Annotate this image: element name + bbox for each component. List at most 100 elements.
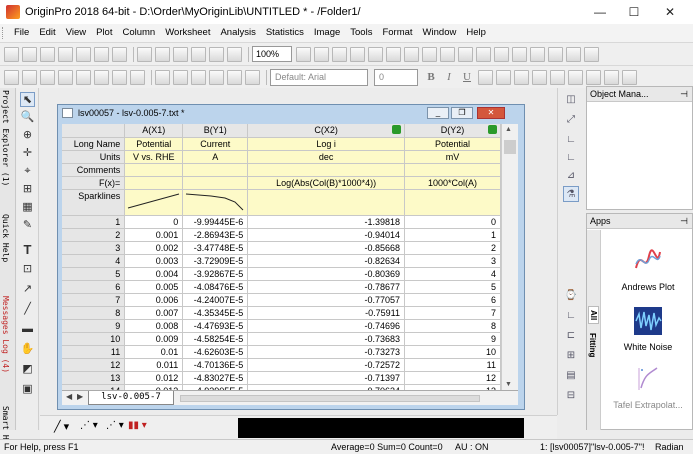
data-cell[interactable]: -4.24007E-5 — [182, 293, 249, 307]
table-row[interactable]: 4 0.003 -3.72909E-5 -0.82634 3 — [62, 254, 501, 268]
data-cell[interactable]: -4.83027E-5 — [182, 371, 249, 385]
superscript-icon[interactable] — [478, 69, 493, 85]
mask-icon[interactable] — [227, 69, 242, 85]
wks-close-button[interactable]: ✕ — [477, 107, 505, 119]
messages-log-tab[interactable]: Messages Log (4) — [1, 296, 10, 373]
new-folder-icon[interactable] — [494, 46, 509, 62]
menu-tools[interactable]: Tools — [345, 24, 377, 42]
vertical-scrollbar[interactable]: ▲ ▼ — [501, 124, 518, 390]
meta-cell[interactable]: Current — [182, 137, 249, 151]
scale-icon[interactable]: ⊏ — [563, 328, 579, 344]
increase-font-icon[interactable] — [532, 69, 547, 85]
scroll-down-icon[interactable]: ▼ — [505, 381, 512, 388]
set-values-icon[interactable] — [209, 69, 224, 85]
data-cell[interactable]: 12 — [404, 371, 501, 385]
meta-cell[interactable] — [182, 163, 249, 177]
layer-icon[interactable]: ◫ — [563, 92, 579, 108]
new-workbook-icon[interactable] — [22, 46, 37, 62]
table-row[interactable]: 10 0.009 -4.58254E-5 -0.73683 9 — [62, 332, 501, 346]
horizontal-scrollbar[interactable] — [180, 395, 480, 402]
line-symbol-icon[interactable]: ⋰ ▾ — [106, 420, 124, 431]
object-manager-panel[interactable]: Object Mana... ⊣ — [586, 86, 693, 210]
apps-tab-fitting[interactable]: Fitting — [588, 330, 597, 360]
meta-cell[interactable] — [124, 163, 184, 177]
hand-tool-icon[interactable]: ✋ — [20, 342, 35, 357]
new-function-icon[interactable] — [76, 46, 91, 62]
data-cell[interactable]: -0.80369 — [247, 267, 405, 281]
meta-cell[interactable] — [247, 163, 405, 177]
stats-icon[interactable] — [566, 46, 581, 62]
data-cell[interactable]: 0.007 — [124, 306, 184, 320]
statistics-row-icon[interactable] — [173, 69, 188, 85]
zoom-icon[interactable]: 🔍 — [20, 110, 35, 125]
worksheet-window[interactable]: lsv00057 - lsv-0.005-7.txt * _ ❐ ✕ A(X1)… — [57, 104, 525, 410]
region-tool-icon[interactable]: ⊡ — [20, 262, 35, 277]
meta-cell[interactable]: Potential — [404, 137, 501, 151]
data-cell[interactable]: -4.47693E-5 — [182, 319, 249, 333]
pin-icon[interactable]: ⊣ — [680, 214, 688, 229]
data-reader-icon[interactable]: ⌖ — [20, 164, 35, 179]
menu-edit[interactable]: Edit — [34, 24, 60, 42]
data-cell[interactable]: -1.39818 — [247, 215, 405, 229]
axis-icon[interactable]: ∟ — [563, 150, 579, 166]
menu-analysis[interactable]: Analysis — [215, 24, 260, 42]
corner-cell[interactable] — [62, 124, 126, 138]
project-explorer-icon[interactable] — [368, 46, 383, 62]
app-andrews-plot[interactable]: Andrews Plot — [602, 246, 693, 293]
apps-tab-all[interactable]: All — [588, 306, 599, 325]
data-cell[interactable]: 5 — [404, 280, 501, 294]
menu-worksheet[interactable]: Worksheet — [160, 24, 215, 42]
worksheet-grid[interactable]: A(X1) B(Y1) C(X2) D(Y2) Long Name Potent… — [62, 124, 501, 390]
sparkline-cell[interactable] — [182, 189, 249, 216]
sparkline-cell[interactable] — [404, 189, 501, 216]
fill-icon[interactable] — [191, 69, 206, 85]
add-column-icon[interactable] — [4, 69, 19, 85]
table-row[interactable]: 7 0.006 -4.24007E-5 -0.77057 6 — [62, 293, 501, 307]
meta-cell[interactable]: Log i — [247, 137, 405, 151]
menu-format[interactable]: Format — [377, 24, 417, 42]
results-log-icon[interactable] — [386, 46, 401, 62]
data-cell[interactable]: -0.73683 — [247, 332, 405, 346]
learning-center-icon[interactable] — [458, 46, 473, 62]
data-cell[interactable]: -4.62603E-5 — [182, 345, 249, 359]
merge-icon[interactable]: ⊞ — [563, 348, 579, 364]
column-header[interactable]: C(X2) — [247, 124, 405, 138]
data-cell[interactable]: -0.74696 — [247, 319, 405, 333]
bold-button[interactable]: B — [424, 69, 438, 85]
table-row[interactable]: 2 0.001 -2.86943E-5 -0.94014 1 — [62, 228, 501, 242]
menu-view[interactable]: View — [61, 24, 91, 42]
data-cell[interactable]: 0.003 — [124, 254, 184, 268]
sparkline-cell[interactable] — [124, 189, 184, 216]
duplicate-icon[interactable] — [332, 46, 347, 62]
data-cell[interactable]: -0.82634 — [247, 254, 405, 268]
scroll-thumb[interactable] — [504, 140, 516, 154]
data-cell[interactable]: -3.72909E-5 — [182, 254, 249, 268]
table-row[interactable]: 12 0.011 -4.70136E-5 -0.72572 11 — [62, 358, 501, 372]
italic-button[interactable]: I — [442, 69, 456, 85]
data-cell[interactable]: -4.08476E-5 — [182, 280, 249, 294]
text-icon[interactable]: ∟ — [563, 308, 579, 324]
text-tool-icon[interactable]: T — [20, 242, 35, 257]
meta-cell[interactable]: mV — [404, 150, 501, 164]
data-cell[interactable]: -2.86943E-5 — [182, 228, 249, 242]
table-row[interactable]: 5 0.004 -3.92867E-5 -0.80369 4 — [62, 267, 501, 281]
data-cell[interactable]: 9 — [404, 332, 501, 346]
app-white-noise[interactable]: White Noise — [602, 306, 693, 353]
batch-plot-icon[interactable] — [209, 46, 224, 62]
data-cell[interactable]: 0.01 — [124, 345, 184, 359]
underline-button[interactable]: U — [460, 69, 474, 85]
command-window-icon[interactable] — [404, 46, 419, 62]
table-row[interactable]: 8 0.007 -4.35345E-5 -0.75911 7 — [62, 306, 501, 320]
new-matrix-icon[interactable] — [40, 46, 55, 62]
column-chart-icon[interactable]: ▮▮ ▾ — [128, 420, 147, 431]
data-cell[interactable]: -0.94014 — [247, 228, 405, 242]
unmask-icon[interactable] — [245, 69, 260, 85]
timestamp-icon[interactable]: ⌚ — [563, 288, 579, 304]
digitizer-icon[interactable] — [548, 46, 563, 62]
open-icon[interactable] — [137, 46, 152, 62]
align-center-icon[interactable] — [586, 69, 601, 85]
data-cell[interactable]: 10 — [404, 345, 501, 359]
data-cell[interactable]: 0.011 — [124, 358, 184, 372]
data-cell[interactable]: 11 — [404, 358, 501, 372]
sparkline-cell[interactable] — [247, 189, 405, 216]
